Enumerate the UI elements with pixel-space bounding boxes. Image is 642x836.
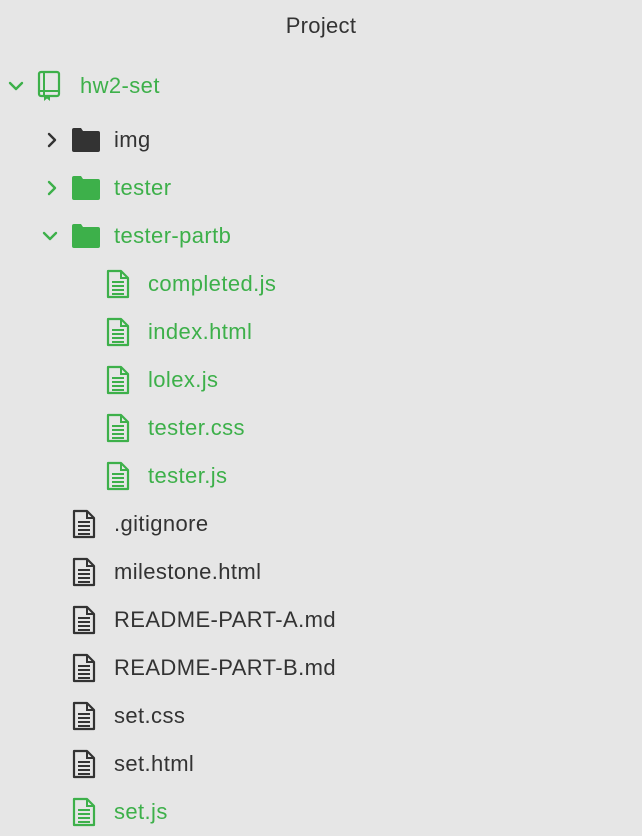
tree-file-index-html[interactable]: index.html (0, 308, 642, 356)
chevron-right-icon[interactable] (42, 178, 62, 198)
file-text-icon (103, 317, 133, 347)
tree-item-label: README-PART-B.md (114, 655, 336, 680)
tree-file-milestone-html[interactable]: milestone.html (0, 548, 642, 596)
panel-title: Project (285, 13, 357, 38)
tree-file-tester-css[interactable]: tester.css (0, 404, 642, 452)
tree-file-set-html[interactable]: set.html (0, 740, 642, 788)
file-text-icon (69, 797, 99, 827)
tree-file-lolex-js[interactable]: lolex.js (0, 356, 642, 404)
tree-folder-img[interactable]: img (0, 116, 642, 164)
tree-file-readme-part-a[interactable]: README-PART-A.md (0, 596, 642, 644)
tree-root-hw2-set[interactable]: hw2-set (0, 62, 642, 110)
tree-item-label: .gitignore (114, 511, 209, 536)
chevron-right-icon[interactable] (42, 130, 62, 150)
tree-file-completed-js[interactable]: completed.js (0, 260, 642, 308)
tree-item-label: set.js (114, 799, 168, 824)
chevron-down-icon[interactable] (6, 76, 26, 96)
file-text-icon (69, 749, 99, 779)
tree-file-gitignore[interactable]: .gitignore (0, 500, 642, 548)
tree-item-label: lolex.js (148, 367, 219, 392)
tree-item-label: completed.js (148, 271, 277, 296)
repo-book-icon (34, 70, 64, 101)
tree-item-label: index.html (148, 319, 253, 344)
file-text-icon (103, 461, 133, 491)
tree-item-label: tester.css (148, 415, 245, 440)
file-text-icon (69, 509, 99, 539)
tree-item-label: milestone.html (114, 559, 262, 584)
folder-icon (71, 221, 101, 251)
tree-item-label: tester.js (148, 463, 228, 488)
tree-file-set-css[interactable]: set.css (0, 692, 642, 740)
tree-item-label: tester (114, 175, 172, 200)
tree-folder-tester-partb[interactable]: tester-partb (0, 212, 642, 260)
file-text-icon (103, 413, 133, 443)
tree-item-label: tester-partb (114, 223, 232, 248)
tree-file-tester-js[interactable]: tester.js (0, 452, 642, 500)
tree-item-label: README-PART-A.md (114, 607, 336, 632)
chevron-down-icon[interactable] (40, 226, 60, 246)
tree-item-label: set.html (114, 751, 195, 776)
tree-item-label: img (114, 127, 151, 152)
file-text-icon (69, 605, 99, 635)
file-text-icon (69, 557, 99, 587)
tree-item-label: set.css (114, 703, 186, 728)
file-text-icon (69, 653, 99, 683)
tree-file-readme-part-b[interactable]: README-PART-B.md (0, 644, 642, 692)
folder-icon (71, 125, 101, 155)
tree-item-label: hw2-set (80, 73, 160, 98)
tree-folder-tester[interactable]: tester (0, 164, 642, 212)
file-text-icon (103, 269, 133, 299)
file-text-icon (69, 701, 99, 731)
file-text-icon (103, 365, 133, 395)
folder-icon (71, 173, 101, 203)
tree-file-set-js[interactable]: set.js (0, 788, 642, 836)
